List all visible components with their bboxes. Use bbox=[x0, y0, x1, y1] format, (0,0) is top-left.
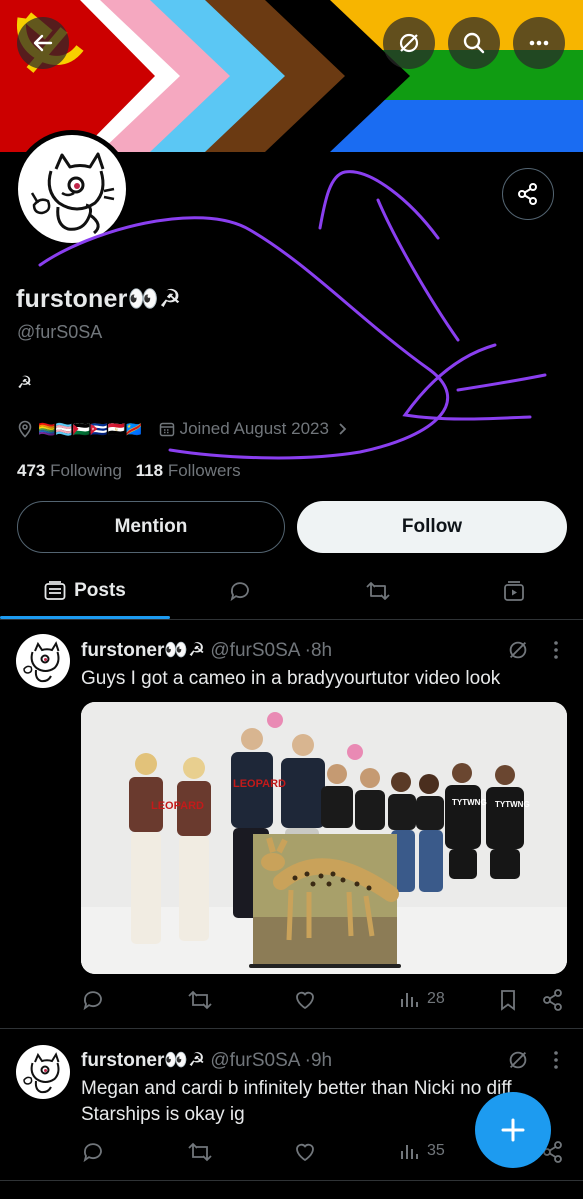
post-time[interactable]: 9h bbox=[311, 1050, 332, 1071]
like-button[interactable] bbox=[293, 988, 317, 1012]
media-label-shirt-1: TYTWNG bbox=[452, 798, 487, 807]
reply-icon bbox=[83, 991, 102, 1011]
share-profile-button[interactable] bbox=[502, 168, 554, 220]
search-icon bbox=[463, 32, 485, 54]
plus-icon bbox=[501, 1118, 525, 1142]
views-icon bbox=[401, 1145, 418, 1159]
more-horizontal-icon bbox=[529, 40, 549, 46]
media-label-leopard-1: LEOPARD bbox=[151, 800, 204, 812]
more-vertical-icon[interactable] bbox=[548, 1050, 564, 1070]
post-text: Guys I got a cameo in a bradyyourtutor v… bbox=[81, 668, 501, 689]
reply-button[interactable] bbox=[81, 1140, 105, 1164]
repost-icon bbox=[365, 581, 390, 600]
post-actions: 28 bbox=[81, 988, 571, 1014]
views-button[interactable]: 35 bbox=[399, 1140, 445, 1162]
heart-icon bbox=[296, 1143, 314, 1162]
tab-posts-label: Posts bbox=[74, 579, 126, 601]
followers-label: Followers bbox=[167, 461, 241, 480]
follow-button[interactable]: Follow bbox=[297, 501, 567, 553]
posts-icon bbox=[44, 580, 66, 600]
grok-button[interactable] bbox=[383, 17, 435, 69]
repost-icon bbox=[188, 990, 212, 1010]
post-divider bbox=[0, 1028, 583, 1029]
following-link[interactable]: 473 Following bbox=[17, 461, 122, 480]
repost-button[interactable] bbox=[187, 988, 213, 1012]
post-divider bbox=[0, 1180, 583, 1181]
share-icon bbox=[543, 989, 562, 1011]
reply-icon bbox=[83, 1143, 102, 1163]
media-icon bbox=[504, 580, 524, 601]
cat-doodle-avatar bbox=[23, 1052, 60, 1094]
mention-button[interactable]: Mention bbox=[17, 501, 285, 553]
follow-stats: 473 Following 118 Followers bbox=[17, 461, 241, 481]
grok-icon[interactable] bbox=[506, 638, 530, 662]
profile-display-name: furstoner👀☭ bbox=[16, 285, 182, 313]
more-options-button[interactable] bbox=[513, 17, 565, 69]
repost-button[interactable] bbox=[187, 1140, 213, 1164]
like-button[interactable] bbox=[293, 1140, 317, 1164]
post-avatar[interactable] bbox=[16, 1045, 70, 1099]
location-pin-icon bbox=[18, 420, 32, 438]
arrow-left-icon bbox=[33, 34, 53, 52]
cat-doodle-avatar bbox=[30, 152, 115, 235]
back-button[interactable] bbox=[17, 17, 69, 69]
cat-doodle-avatar bbox=[23, 641, 60, 683]
location-flags: 🏳️‍🌈🏳️‍⚧️🇵🇸🇨🇺🇪🇬🇨🇩 bbox=[38, 420, 143, 437]
post-author-name[interactable]: furstoner👀☭ bbox=[81, 1050, 205, 1071]
views-count: 35 bbox=[427, 1142, 445, 1159]
tab-posts[interactable]: Posts bbox=[0, 562, 170, 619]
grok-icon[interactable] bbox=[506, 1048, 530, 1072]
profile-meta-row: 🏳️‍🌈🏳️‍⚧️🇵🇸🇨🇺🇪🇬🇨🇩 Joined August 2023 bbox=[17, 417, 350, 441]
post-media-image[interactable]: LEOPARD LEOPARD TYTWNG TYTWNG bbox=[81, 702, 567, 974]
views-button[interactable]: 28 bbox=[399, 988, 445, 1010]
media-label-leopard-2: LEOPARD bbox=[233, 778, 286, 790]
post-time[interactable]: 8h bbox=[311, 640, 332, 661]
more-vertical-icon[interactable] bbox=[548, 640, 564, 660]
tabs-divider bbox=[0, 619, 583, 620]
pride-banner-image bbox=[0, 0, 583, 152]
following-label: Following bbox=[50, 461, 122, 480]
media-label-shirt-2: TYTWNG bbox=[495, 800, 530, 809]
profile-tabs: Posts bbox=[0, 562, 583, 619]
followers-count: 118 bbox=[135, 461, 164, 480]
profile-banner[interactable] bbox=[0, 0, 583, 152]
following-count: 473 bbox=[17, 461, 46, 480]
grok-icon bbox=[399, 33, 419, 53]
post-avatar[interactable] bbox=[16, 634, 70, 688]
post-author-handle[interactable]: @furS0SA bbox=[210, 1050, 299, 1071]
post-header: furstoner👀☭ @furS0SA ·8h bbox=[81, 638, 332, 662]
share-post-button[interactable] bbox=[541, 988, 565, 1012]
calendar-icon bbox=[159, 422, 174, 437]
post-text-line: Megan and cardi b infinitely better than… bbox=[81, 1078, 512, 1099]
bookmark-icon bbox=[501, 990, 515, 1011]
post-author-name[interactable]: furstoner👀☭ bbox=[81, 640, 205, 661]
tab-replies[interactable] bbox=[170, 562, 310, 619]
post-author-handle[interactable]: @furS0SA bbox=[210, 640, 299, 661]
repost-icon bbox=[188, 1142, 212, 1162]
post-header: furstoner👀☭ @furS0SA ·9h bbox=[81, 1048, 332, 1072]
profile-avatar[interactable] bbox=[13, 130, 131, 248]
share-icon bbox=[518, 183, 537, 205]
search-button[interactable] bbox=[448, 17, 500, 69]
compose-post-button[interactable] bbox=[475, 1092, 551, 1168]
heart-icon bbox=[296, 991, 314, 1010]
tab-media[interactable] bbox=[445, 562, 583, 619]
chevron-right-icon[interactable] bbox=[336, 421, 350, 437]
replies-icon bbox=[230, 581, 249, 601]
reply-button[interactable] bbox=[81, 988, 105, 1012]
profile-handle: @furS0SA bbox=[17, 322, 103, 342]
tab-reposts[interactable] bbox=[310, 562, 445, 619]
views-icon bbox=[401, 993, 418, 1007]
video-thumbnail-people-lineup bbox=[81, 702, 567, 974]
followers-link[interactable]: 118 Followers bbox=[136, 461, 241, 480]
joined-date: Joined August 2023 bbox=[179, 419, 329, 438]
views-count: 28 bbox=[427, 990, 445, 1007]
bookmark-button[interactable] bbox=[497, 988, 519, 1012]
profile-bio: ☭ bbox=[17, 373, 33, 392]
